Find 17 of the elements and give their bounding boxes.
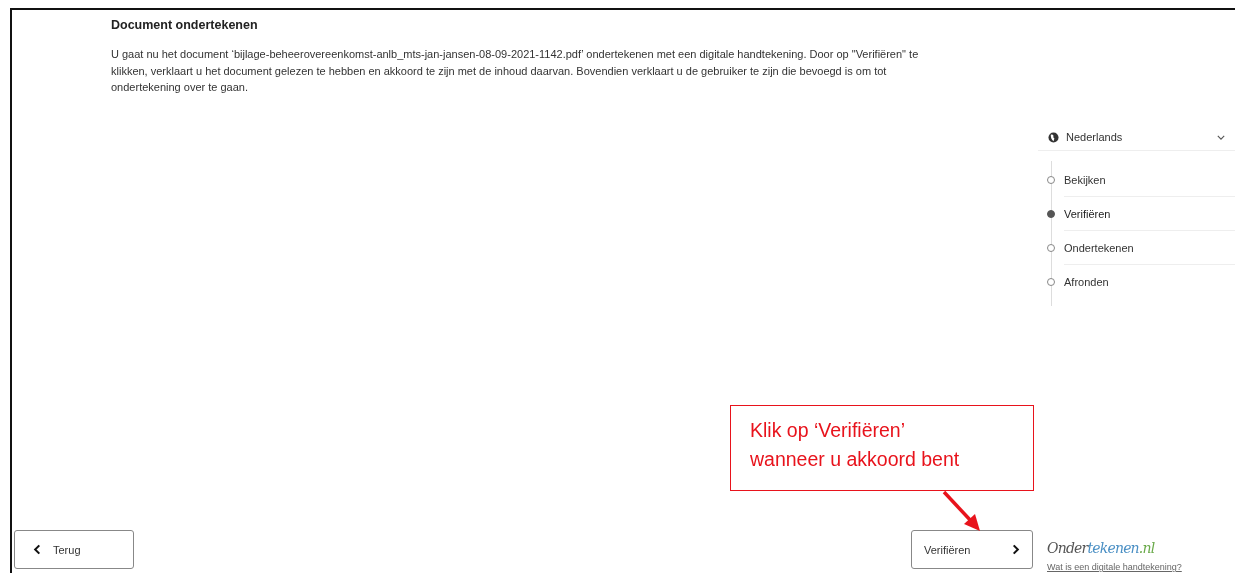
back-button[interactable]: Terug xyxy=(14,530,134,569)
globe-icon xyxy=(1048,131,1059,143)
step-label: Afronden xyxy=(1064,275,1109,288)
step-label: Ondertekenen xyxy=(1064,241,1134,254)
step-label: Verifiëren xyxy=(1064,207,1111,220)
page-title: Document ondertekenen xyxy=(111,18,259,32)
chevron-left-icon xyxy=(33,544,41,555)
logo: Ondertekenen.nl xyxy=(1047,540,1156,556)
step-label: Bekijken xyxy=(1064,173,1106,186)
annotation-callout: Klik op ‘Verifiëren’ wanneer u akkoord bent xyxy=(730,405,1034,491)
language-dropdown[interactable]: Nederlands xyxy=(1038,124,1235,151)
description-text: U gaat nu het document ‘bijlage-beheerovereenkomst-anlb_mts-jan-jansen-08-09-2021-1142.pdf’ ondertekenen met een digitale handtekening. Door op "Verifiëren" te klikken, verklaart u het document gelezen te hebben en akkoord te zijn met de inhoud daarvan. Bovendien verklaart u de gebruiker te zijn die bevoegd is om tot ondertekening over te gaan. xyxy=(111,47,920,95)
chevron-right-icon xyxy=(1012,544,1020,555)
chevron-down-icon xyxy=(1217,134,1225,140)
help-link[interactable]: Wat is een digitale handtekening? xyxy=(1047,562,1235,572)
verify-button[interactable]: Verifiëren xyxy=(911,530,1033,569)
annotation-arrow xyxy=(942,490,982,532)
